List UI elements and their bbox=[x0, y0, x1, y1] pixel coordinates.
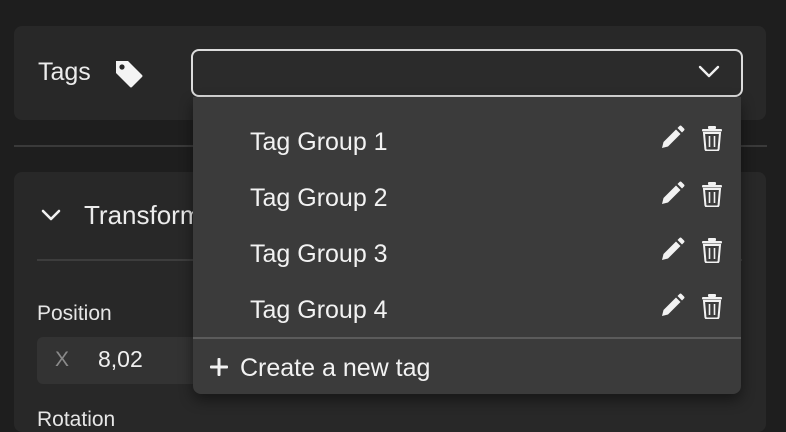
tag-group-item[interactable]: Tag Group 1 bbox=[193, 114, 741, 170]
chevron-down-icon[interactable] bbox=[698, 64, 720, 80]
pencil-icon[interactable] bbox=[659, 237, 685, 263]
tag-group-label: Tag Group 3 bbox=[250, 240, 388, 268]
tag-group-item[interactable]: Tag Group 4 bbox=[193, 282, 741, 338]
tags-label: Tags bbox=[38, 58, 91, 86]
trash-icon[interactable] bbox=[701, 125, 723, 151]
tag-group-label: Tag Group 2 bbox=[250, 184, 388, 212]
pencil-icon[interactable] bbox=[659, 293, 685, 319]
collapse-chevron-icon[interactable] bbox=[40, 206, 62, 224]
position-x-value[interactable]: 8,02 bbox=[98, 346, 143, 373]
rotation-label: Rotation bbox=[37, 408, 116, 431]
tag-icon bbox=[116, 61, 143, 88]
trash-icon[interactable] bbox=[701, 293, 723, 319]
tag-group-item[interactable]: Tag Group 2 bbox=[193, 170, 741, 226]
create-new-tag-button[interactable]: Create a new tag bbox=[193, 339, 741, 394]
position-label: Position bbox=[37, 302, 112, 325]
tag-group-label: Tag Group 4 bbox=[250, 296, 388, 324]
pencil-icon[interactable] bbox=[659, 125, 685, 151]
pencil-icon[interactable] bbox=[659, 181, 685, 207]
create-new-tag-label: Create a new tag bbox=[240, 354, 431, 382]
tag-group-label: Tag Group 1 bbox=[250, 128, 388, 156]
x-axis-label: X bbox=[55, 348, 70, 371]
trash-icon[interactable] bbox=[701, 181, 723, 207]
plus-icon bbox=[210, 358, 228, 376]
tags-select[interactable] bbox=[191, 49, 743, 97]
transform-section-title[interactable]: Transform bbox=[84, 200, 202, 231]
tag-group-item[interactable]: Tag Group 3 bbox=[193, 226, 741, 282]
trash-icon[interactable] bbox=[701, 237, 723, 263]
